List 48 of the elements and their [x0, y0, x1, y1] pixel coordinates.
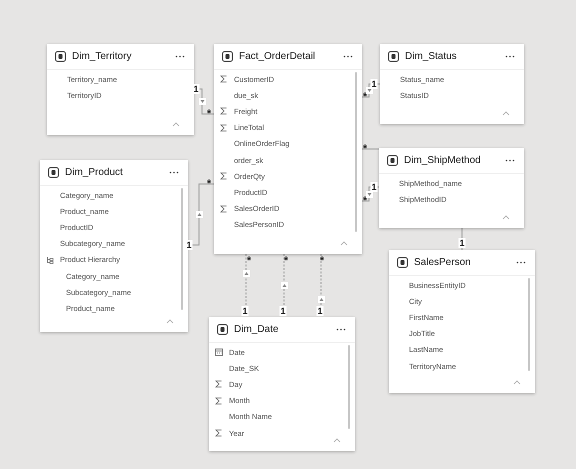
up-arrow-icon: [318, 296, 324, 302]
down-arrow-icon: [366, 86, 372, 94]
hierarchy-icon: [46, 256, 54, 264]
down-arrow-icon: [366, 190, 372, 198]
more-options-icon[interactable]: [175, 55, 185, 58]
sigma-icon: [220, 75, 228, 84]
up-arrow-icon: [196, 210, 202, 218]
table-icon: [388, 51, 399, 62]
cardinality-one-label: 1: [458, 238, 466, 248]
more-options-icon[interactable]: [516, 261, 526, 264]
cardinality-many-label: *: [206, 109, 212, 119]
table-icon: [397, 257, 408, 268]
more-options-icon[interactable]: [505, 159, 515, 162]
up-arrow-icon: [242, 270, 250, 276]
more-options-icon[interactable]: [169, 171, 179, 174]
table-icon: [387, 155, 398, 166]
cardinality-one-label: 1: [192, 84, 200, 94]
cardinality-one-label: 1: [186, 240, 192, 250]
table-icon: [55, 51, 66, 62]
calendar-icon: [215, 348, 223, 356]
cardinality-one-label: 1: [242, 306, 248, 316]
up-arrow-icon: [280, 282, 288, 288]
table-name: Dim_Territory: [72, 51, 132, 62]
table-name: Dim_Date: [234, 324, 280, 335]
cardinality-many-label: *: [318, 256, 326, 266]
table-name: Fact_OrderDetail: [239, 51, 316, 62]
cardinality-one-label: 1: [370, 182, 378, 192]
down-arrow-icon: [198, 98, 206, 104]
cardinality-many-label: *: [362, 144, 368, 154]
cardinality-many-label: *: [206, 179, 212, 189]
cardinality-many-label: *: [246, 256, 252, 266]
table-icon: [217, 324, 228, 335]
sigma-icon: [220, 172, 228, 180]
more-options-icon[interactable]: [343, 55, 353, 58]
cardinality-one-label: 1: [370, 79, 378, 89]
sigma-icon: [215, 429, 223, 438]
more-options-icon[interactable]: [336, 328, 346, 331]
sigma-icon: [220, 204, 228, 213]
table-name: Dim_Status: [405, 51, 458, 62]
cardinality-one-label: 1: [280, 306, 286, 316]
table-name: Dim_Product: [65, 167, 124, 178]
more-options-icon[interactable]: [505, 55, 515, 58]
table-name: Dim_ShipMethod: [404, 155, 482, 166]
cardinality-one-label: 1: [316, 306, 324, 316]
table-name: SalesPerson: [414, 257, 472, 268]
table-icon: [48, 167, 59, 178]
cardinality-many-label: *: [282, 256, 290, 266]
table-icon: [222, 51, 233, 62]
